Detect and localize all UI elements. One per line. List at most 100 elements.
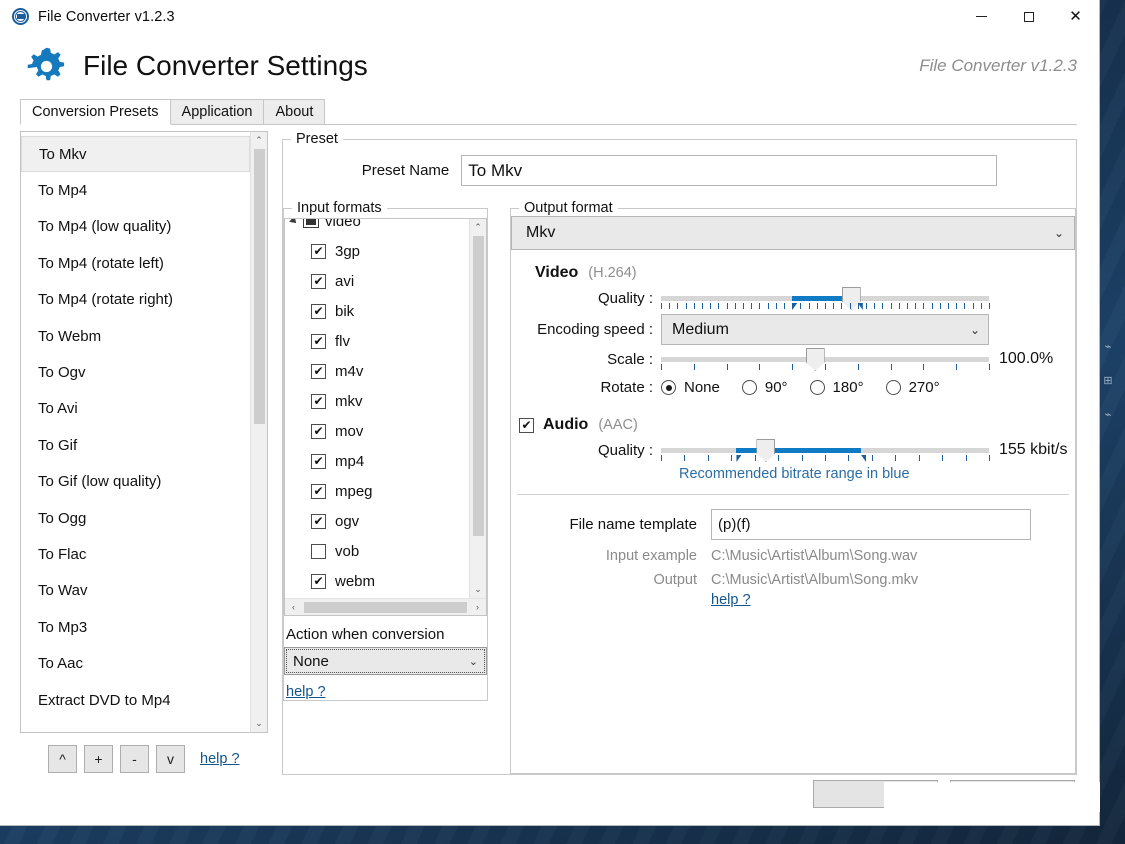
minimize-button[interactable] bbox=[958, 0, 1005, 34]
scale-slider[interactable] bbox=[661, 345, 990, 373]
format-row[interactable]: ✔ ogv bbox=[289, 506, 469, 536]
preset-list-item[interactable]: Extract DVD to Mp4 bbox=[21, 682, 250, 718]
format-row[interactable]: ✔ bik bbox=[289, 296, 469, 326]
preset-list-item[interactable]: To Gif bbox=[21, 427, 250, 463]
slider-tick bbox=[734, 303, 736, 309]
preset-list-item[interactable]: To Mp4 bbox=[21, 172, 250, 208]
preset-list-scrollbar[interactable]: ⌃ ⌄ bbox=[250, 132, 267, 732]
tab-about[interactable]: About bbox=[263, 99, 326, 125]
close-button[interactable]: ✕ bbox=[1052, 0, 1099, 34]
scrollbar-track[interactable] bbox=[251, 149, 267, 715]
preset-help-link[interactable]: help ? bbox=[200, 751, 240, 767]
preset-list-item[interactable]: To Ogg bbox=[21, 500, 250, 536]
checkbox-checked-icon[interactable]: ✔ bbox=[311, 453, 326, 469]
preset-list-item[interactable]: To Avi bbox=[21, 391, 250, 427]
radio-unselected-icon[interactable] bbox=[741, 380, 757, 395]
format-row[interactable]: ✔ 3gp bbox=[289, 236, 469, 266]
format-row[interactable]: ✔ mp4 bbox=[289, 446, 469, 476]
checkbox-unchecked-icon[interactable] bbox=[311, 543, 326, 559]
video-quality-slider[interactable] bbox=[661, 284, 990, 312]
tree-scrollbar-track[interactable] bbox=[470, 236, 486, 581]
tree-hscrollbar[interactable]: ‹ › bbox=[285, 598, 486, 615]
preset-list[interactable]: To Mkv To Mp4 To Mp4 (low quality) To Mp4 (… bbox=[20, 131, 268, 733]
checkbox-checked-icon[interactable]: ✔ bbox=[311, 423, 326, 439]
scale-track[interactable] bbox=[661, 348, 989, 371]
scroll-down-icon[interactable]: ⌄ bbox=[251, 715, 268, 732]
format-row[interactable]: ✔ mpeg bbox=[289, 476, 469, 506]
rotate-option[interactable]: 90° bbox=[741, 379, 788, 396]
checkbox-checked-icon[interactable]: ✔ bbox=[311, 333, 326, 349]
format-row[interactable]: ✔ mov bbox=[289, 416, 469, 446]
output-example-row: Output C:\Music\Artist\Album\Song.mkv bbox=[511, 572, 1075, 588]
checkbox-checked-icon[interactable]: ✔ bbox=[311, 513, 326, 529]
checkbox-checked-icon[interactable]: ✔ bbox=[311, 393, 326, 409]
move-up-button[interactable]: ^ bbox=[48, 745, 77, 773]
preset-list-item[interactable]: To Mp4 (rotate right) bbox=[21, 282, 250, 318]
file-template-input[interactable] bbox=[711, 509, 1031, 540]
checkbox-checked-icon[interactable]: ✔ bbox=[311, 303, 326, 319]
move-down-button[interactable]: v bbox=[156, 745, 185, 773]
input-formats-help-link[interactable]: help ? bbox=[286, 684, 487, 700]
tab-conversion-presets[interactable]: Conversion Presets bbox=[20, 99, 171, 125]
preset-list-item[interactable]: To Aac bbox=[21, 645, 250, 681]
tree-scrollbar-thumb[interactable] bbox=[472, 236, 484, 536]
scrollbar-thumb[interactable] bbox=[253, 149, 265, 424]
tab-application[interactable]: Application bbox=[169, 99, 265, 125]
tree-hscrollbar-thumb[interactable] bbox=[304, 601, 467, 613]
checkbox-checked-icon[interactable]: ✔ bbox=[311, 363, 326, 379]
audio-quality-slider[interactable] bbox=[661, 436, 990, 464]
preset-list-item[interactable]: To Webm bbox=[21, 318, 250, 354]
preset-list-item[interactable]: To Ogv bbox=[21, 354, 250, 390]
rotate-option[interactable]: None bbox=[661, 379, 720, 396]
slider-tick bbox=[759, 303, 761, 309]
preset-list-item[interactable]: To Mp4 (low quality) bbox=[21, 209, 250, 245]
preset-list-item[interactable]: To Gif (low quality) bbox=[21, 464, 250, 500]
tree-scroll-right-icon[interactable]: › bbox=[469, 602, 486, 612]
action-when-conversion-select[interactable]: None ⌄ bbox=[284, 647, 487, 675]
preset-list-item[interactable]: To Mkv bbox=[21, 136, 250, 173]
rotate-option[interactable]: 180° bbox=[809, 379, 864, 396]
preset-name-input[interactable] bbox=[461, 155, 998, 186]
scroll-up-icon[interactable]: ⌃ bbox=[251, 132, 268, 149]
format-row[interactable]: ✔ webm bbox=[289, 566, 469, 596]
video-quality-track[interactable] bbox=[661, 287, 989, 310]
remove-preset-button[interactable]: - bbox=[120, 745, 149, 773]
format-row[interactable]: ✔ avi bbox=[289, 266, 469, 296]
format-row[interactable]: ✔ m4v bbox=[289, 356, 469, 386]
add-preset-button[interactable]: + bbox=[84, 745, 113, 773]
output-format-select[interactable]: Mkv ⌄ bbox=[511, 216, 1075, 250]
radio-selected-icon[interactable] bbox=[661, 380, 676, 395]
rotate-option[interactable]: 270° bbox=[885, 379, 940, 396]
audio-quality-row: Quality : 155 kbit/s bbox=[511, 436, 1075, 464]
audio-quality-fill bbox=[736, 448, 862, 453]
format-row[interactable]: vob bbox=[289, 536, 469, 566]
input-formats-tree[interactable]: video ✔ 3gp ✔ avi ✔ bik ✔ flv ✔ m4v ✔ mkv ✔ mov ✔ mp4 ✔ mp… bbox=[284, 218, 487, 616]
preset-list-item[interactable]: To Flac bbox=[21, 536, 250, 572]
preset-list-item[interactable]: To Mp3 bbox=[21, 609, 250, 645]
file-template-help-link[interactable]: help ? bbox=[711, 592, 751, 608]
format-group-video[interactable]: video bbox=[289, 219, 469, 236]
preset-list-item[interactable]: To Wav bbox=[21, 573, 250, 609]
tree-scroll-left-icon[interactable]: ‹ bbox=[285, 602, 302, 612]
close-icon: ✕ bbox=[1069, 7, 1082, 25]
radio-unselected-icon[interactable] bbox=[809, 380, 825, 395]
audio-quality-track[interactable] bbox=[661, 439, 989, 462]
tree-scrollbar[interactable]: ⌃ ⌄ bbox=[469, 219, 486, 598]
format-label: mp4 bbox=[335, 452, 365, 470]
maximize-button[interactable] bbox=[1005, 0, 1052, 34]
preset-list-item[interactable]: To Mp4 (rotate left) bbox=[21, 245, 250, 281]
encoding-speed-select[interactable]: Medium ⌄ bbox=[661, 314, 989, 345]
checkbox-checked-icon[interactable]: ✔ bbox=[311, 273, 326, 289]
checkbox-checked-icon[interactable]: ✔ bbox=[311, 573, 326, 589]
audio-enabled-checkbox[interactable]: ✔ bbox=[519, 417, 534, 433]
checkbox-checked-icon[interactable]: ✔ bbox=[311, 483, 326, 499]
expander-icon[interactable] bbox=[289, 219, 299, 226]
format-row[interactable]: ✔ mkv bbox=[289, 386, 469, 416]
slider-tick bbox=[931, 303, 933, 309]
input-example-row: Input example C:\Music\Artist\Album\Song… bbox=[511, 548, 1075, 564]
tree-scroll-up-icon[interactable]: ⌃ bbox=[470, 219, 487, 236]
tree-scroll-down-icon[interactable]: ⌄ bbox=[470, 581, 487, 598]
format-row[interactable]: ✔ flv bbox=[289, 326, 469, 356]
radio-unselected-icon[interactable] bbox=[885, 380, 901, 395]
checkbox-checked-icon[interactable]: ✔ bbox=[311, 243, 326, 259]
